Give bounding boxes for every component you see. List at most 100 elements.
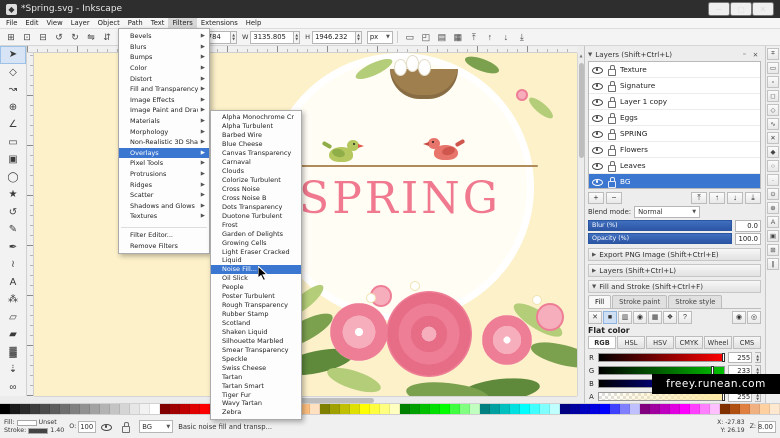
eraser-tool[interactable]: ▱ [0,309,26,327]
menu-item[interactable]: Speckle [211,354,301,363]
menu-item[interactable]: Canvas Transparency [211,149,301,158]
palette-swatch[interactable] [340,404,350,414]
layer-lock-icon[interactable] [607,145,616,155]
palette-swatch[interactable] [460,404,470,414]
menu-item[interactable]: Tiger Fur [211,390,301,399]
palette-swatch[interactable] [20,404,30,414]
snap-midpoints-button[interactable]: · [767,174,779,186]
star-tool[interactable]: ★ [0,186,26,204]
layer-row[interactable]: Flowers [589,142,760,158]
palette-swatch[interactable] [690,404,700,414]
palette-swatch[interactable] [750,404,760,414]
palette-swatch[interactable] [70,404,80,414]
palette-swatch[interactable] [470,404,480,414]
vertical-ruler[interactable] [27,53,34,396]
menu-item[interactable]: Liquid [211,256,301,265]
palette-swatch[interactable] [640,404,650,414]
box3d-tool[interactable]: ▣ [0,151,26,169]
palette-swatch[interactable] [330,404,340,414]
menubar-item[interactable]: Filters [168,18,196,28]
menu-item[interactable]: Duotone Turbulent [211,211,301,220]
spiral-tool[interactable]: ↺ [0,204,26,222]
opacity-slider[interactable]: Opacity (%) [588,233,732,244]
menu-item[interactable]: Color ▶ [119,63,209,74]
menu-item[interactable]: Materials ▶ [119,116,209,127]
snap-bbox-corners-button[interactable]: ◻ [767,90,779,102]
scale-pattern-toggle[interactable]: ▦ [450,30,466,44]
linear-gradient-button[interactable]: ▥ [618,311,632,324]
menu-item[interactable]: Light Eraser Cracked [211,247,301,256]
select-all-button[interactable]: ⊞ [3,30,19,44]
color-space-tab[interactable]: HSV [646,336,674,349]
field-value[interactable]: 1946.232 [312,31,356,44]
new-layer-button[interactable]: + [588,192,604,204]
snap-toggle-button[interactable]: ⌗ [767,48,779,60]
slider-handle[interactable] [722,353,725,362]
palette-swatch[interactable] [660,404,670,414]
lower-layer-bottom-button[interactable]: ⤓ [745,192,761,204]
menubar-item[interactable]: View [43,18,67,28]
snap-grid-button[interactable]: ⊞ [767,244,779,256]
palette-swatch[interactable] [450,404,460,414]
menubar-item[interactable]: Extensions [197,18,242,28]
layer-visibility-icon[interactable] [592,129,603,139]
scroll-up-icon[interactable]: ▲ [579,53,582,58]
select-all-layers-button[interactable]: ⊡ [19,30,35,44]
palette-swatch[interactable] [110,404,120,414]
menu-item[interactable]: Poster Turbulent [211,292,301,301]
palette-swatch[interactable] [160,404,170,414]
horizontal-ruler[interactable] [27,46,577,53]
palette-swatch[interactable] [100,404,110,414]
palette-swatch[interactable] [410,404,420,414]
blur-slider[interactable]: Blur (%) [588,220,732,231]
palette-swatch[interactable] [430,404,440,414]
palette-swatch[interactable] [440,404,450,414]
fill-stroke-tab[interactable]: Stroke style [668,295,722,308]
palette-swatch[interactable] [680,404,690,414]
menu-item[interactable] [121,224,207,228]
menu-item[interactable]: Overlays ▶ [119,148,209,159]
lower-layer-button[interactable]: ↓ [727,192,743,204]
layer-lock-icon[interactable] [607,65,616,75]
fill-rule-evenodd-button[interactable]: ◉ [732,311,746,324]
lower-to-bottom-button[interactable]: ⤓ [514,30,530,44]
layer-lock-toggle-icon[interactable] [121,422,130,432]
snap-page-border-button[interactable]: ▣ [767,230,779,242]
palette-swatch[interactable] [770,404,780,414]
menu-item[interactable]: Rough Transparency [211,301,301,310]
layer-visibility-toggle-icon[interactable] [101,422,112,432]
raise-to-top-button[interactable]: ⤒ [466,30,482,44]
palette-swatch[interactable] [580,404,590,414]
menu-item[interactable]: Blurs ▶ [119,42,209,53]
layer-row[interactable]: BG [589,174,760,189]
snap-nodes-button[interactable]: ◇ [767,104,779,116]
menubar-item[interactable]: Layer [67,18,94,28]
palette-swatch[interactable] [320,404,330,414]
layer-lock-icon[interactable] [607,129,616,139]
gradient-tool[interactable]: ▓ [0,344,26,362]
color-space-tab[interactable]: RGB [588,336,616,349]
tweak-tool[interactable]: ↝ [0,81,26,99]
layer-lock-icon[interactable] [607,97,616,107]
opacity-value[interactable]: 100.0 [735,233,761,245]
palette-swatch[interactable] [420,404,430,414]
menu-item[interactable]: Pixel Tools ▶ [119,158,209,169]
palette-swatch[interactable] [310,404,320,414]
layer-row[interactable]: Layer 1 copy [589,94,760,110]
zoom-field[interactable]: 8.00 [758,421,776,433]
blend-mode-dropdown[interactable]: Normal ▼ [634,206,700,218]
menu-item[interactable]: Garden of Delights [211,229,301,238]
palette-swatch[interactable] [720,404,730,414]
current-layer-dropdown[interactable]: BG ▼ [139,420,173,433]
dropper-tool[interactable]: ⇣ [0,361,26,379]
stroke-swatch[interactable] [28,428,48,434]
menu-item[interactable]: Tartan Smart [211,381,301,390]
export-png-panel-header[interactable]: ▶ Export PNG Image (Shift+Ctrl+E) [588,248,761,261]
raise-layer-button[interactable]: ↑ [709,192,725,204]
palette-swatch[interactable] [380,404,390,414]
palette-swatch[interactable] [350,404,360,414]
palette-swatch[interactable] [10,404,20,414]
calligraphy-tool[interactable]: ≀ [0,256,26,274]
palette-swatch[interactable] [610,404,620,414]
palette-swatch[interactable] [390,404,400,414]
